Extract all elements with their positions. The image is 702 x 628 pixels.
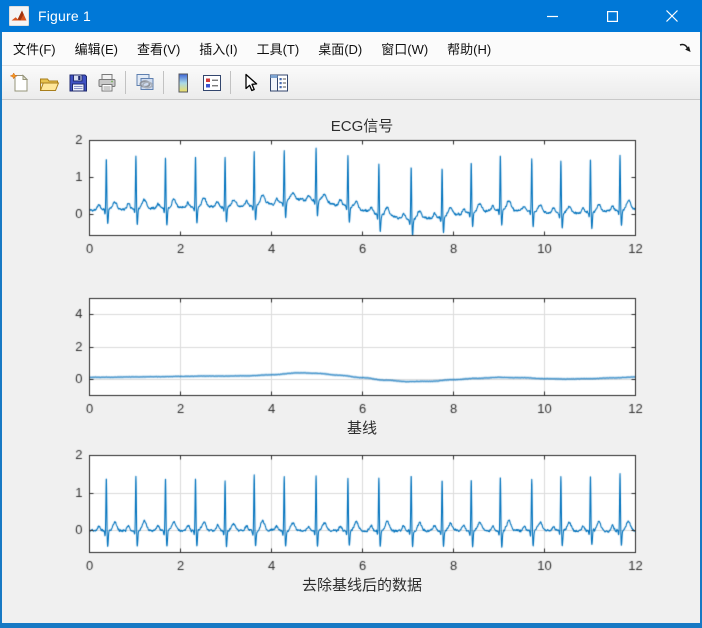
menu-bar: 文件(F) 编辑(E) 查看(V) 插入(I) 工具(T) 桌面(D) 窗口(W…: [2, 32, 700, 66]
figure-canvas-area: ECG信号 基线 去除基线后的数据: [2, 100, 700, 623]
open-file-icon[interactable]: [35, 69, 62, 96]
figure-window: Figure 1 文件(F) 编辑(E) 查看(V) 插入(I) 工具(T) 桌…: [0, 0, 702, 628]
window-title: Figure 1: [38, 8, 91, 24]
maximize-button[interactable]: [582, 0, 642, 32]
menu-item-help[interactable]: 帮助(H): [439, 34, 499, 63]
link-plot-icon[interactable]: [131, 69, 158, 96]
menu-item-insert[interactable]: 插入(I): [191, 34, 245, 63]
matlab-icon: [8, 5, 30, 27]
toolbar-separator: [125, 71, 126, 94]
close-button[interactable]: [642, 0, 702, 32]
property-editor-icon[interactable]: [265, 69, 292, 96]
insert-legend-icon[interactable]: [198, 69, 225, 96]
menu-item-window[interactable]: 窗口(W): [373, 34, 436, 63]
menu-item-tools[interactable]: 工具(T): [249, 34, 308, 63]
title-bar[interactable]: Figure 1: [0, 0, 702, 32]
menu-item-view[interactable]: 查看(V): [129, 34, 188, 63]
menu-item-edit[interactable]: 编辑(E): [67, 34, 126, 63]
toolbar-separator: [163, 71, 164, 94]
menu-item-file[interactable]: 文件(F): [5, 34, 64, 63]
tool-bar: [2, 66, 700, 100]
dock-figure-arrow-icon[interactable]: [677, 41, 693, 57]
toolbar-separator: [230, 71, 231, 94]
new-figure-icon[interactable]: [6, 69, 33, 96]
window-controls: [522, 0, 702, 32]
insert-colorbar-icon[interactable]: [169, 69, 196, 96]
menu-item-desktop[interactable]: 桌面(D): [310, 34, 370, 63]
edit-plot-arrow-icon[interactable]: [236, 69, 263, 96]
print-figure-icon[interactable]: [93, 69, 120, 96]
save-figure-icon[interactable]: [64, 69, 91, 96]
minimize-button[interactable]: [522, 0, 582, 32]
plots-canvas: [2, 100, 700, 623]
